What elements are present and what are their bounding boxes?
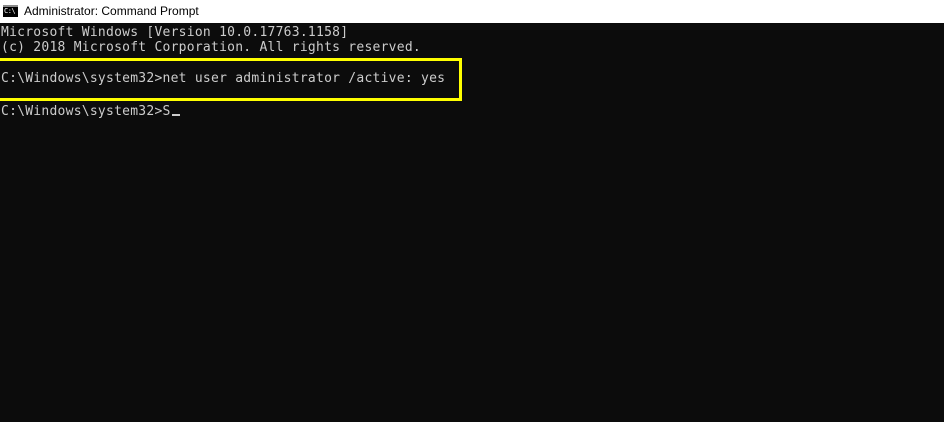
prompt-text: C:\Windows\system32>S [1, 104, 171, 119]
console-line-copyright: (c) 2018 Microsoft Corporation. All righ… [1, 40, 421, 55]
console-area[interactable]: Microsoft Windows [Version 10.0.17763.11… [0, 23, 944, 422]
console-line-command: C:\Windows\system32>net user administrat… [1, 71, 446, 86]
text-cursor [171, 114, 180, 116]
cmd-icon: C:\ [3, 5, 18, 17]
title-bar[interactable]: C:\ Administrator: Command Prompt [0, 0, 944, 23]
command-prompt-window: C:\ Administrator: Command Prompt Micros… [0, 0, 944, 422]
window-title: Administrator: Command Prompt [24, 4, 199, 18]
cmd-icon-glyph: C:\ [4, 7, 16, 15]
console-line-prompt[interactable]: C:\Windows\system32>S [1, 104, 180, 120]
console-line-version: Microsoft Windows [Version 10.0.17763.11… [1, 25, 349, 40]
